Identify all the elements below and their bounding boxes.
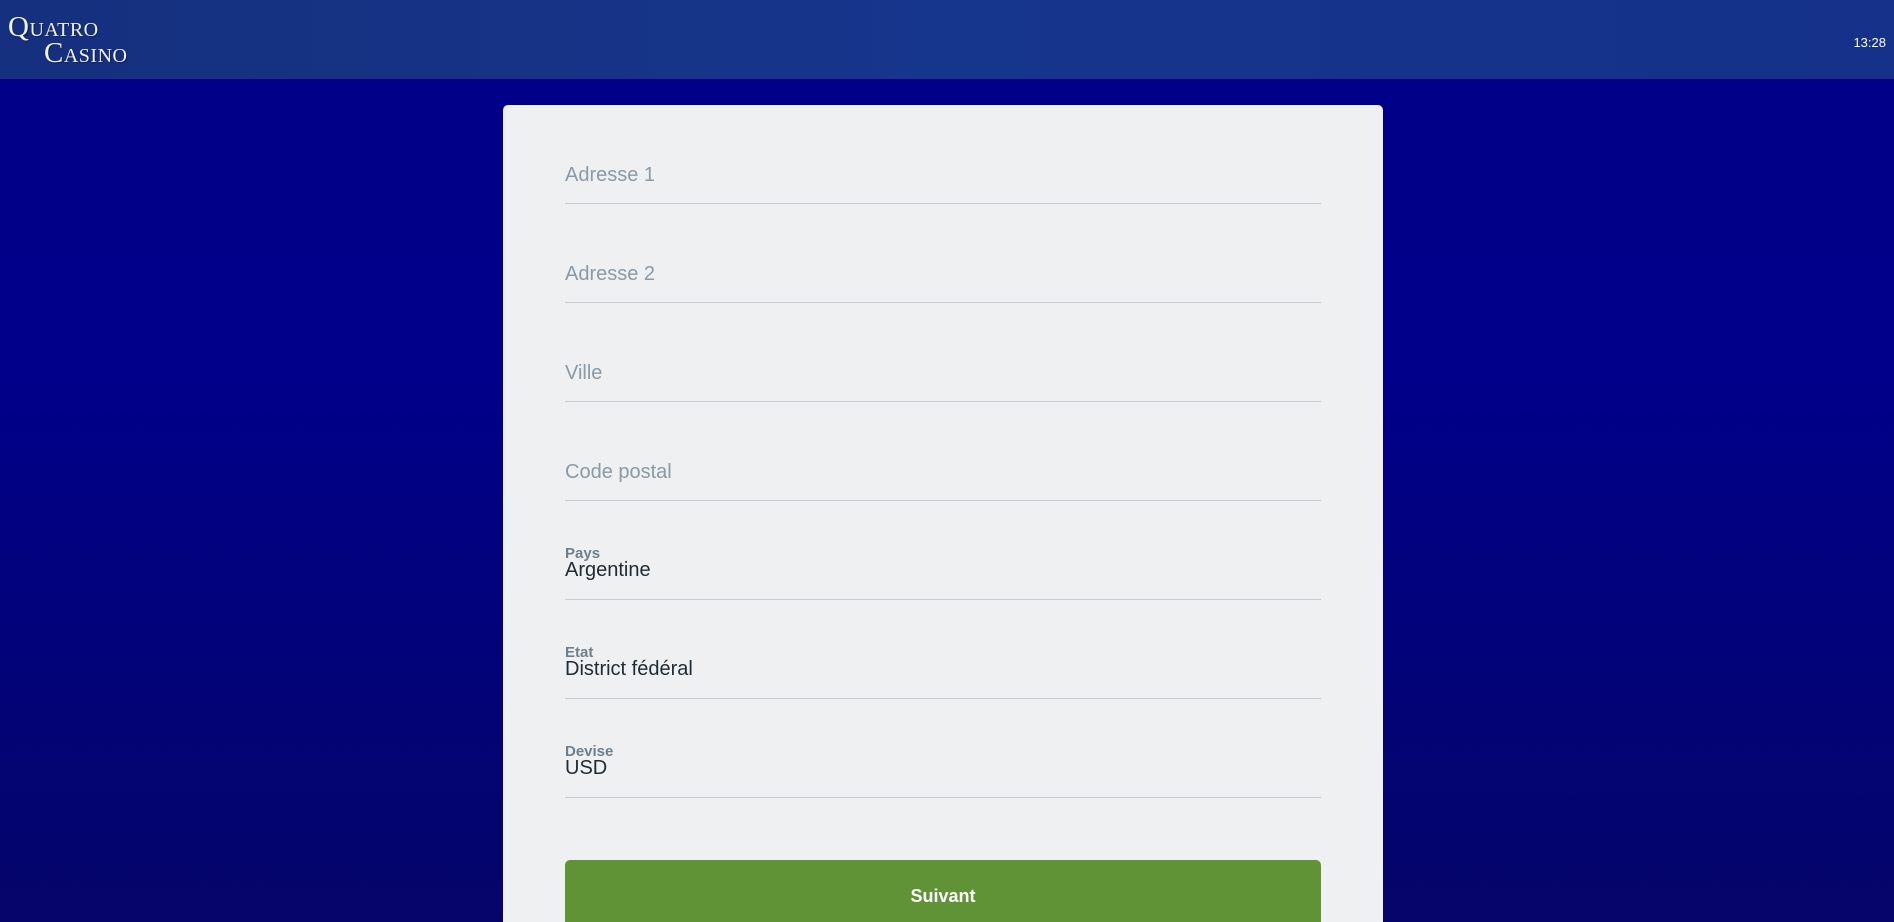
next-button[interactable]: Suivant: [565, 860, 1321, 922]
address2-placeholder: Adresse 2: [565, 263, 656, 285]
next-button-label: Suivant: [910, 886, 976, 906]
postal-code-field[interactable]: Code postal: [565, 402, 1321, 501]
city-placeholder: Ville: [565, 362, 603, 384]
address1-field[interactable]: Adresse 1: [565, 105, 1321, 204]
address1-placeholder: Adresse 1: [565, 164, 656, 186]
quatro-casino-logo[interactable]: Quatro Casino: [8, 12, 158, 68]
address-form-card: Adresse 1 Adresse 2 Ville Code postal Pa…: [503, 105, 1383, 922]
state-select[interactable]: Etat District fédéral: [565, 600, 1321, 699]
logo-line-2: Casino: [44, 37, 128, 69]
country-value: Argentine: [565, 559, 651, 581]
city-field[interactable]: Ville: [565, 303, 1321, 402]
top-bar: Quatro Casino 13:28: [0, 0, 1894, 79]
address2-field[interactable]: Adresse 2: [565, 204, 1321, 303]
postal-code-placeholder: Code postal: [565, 461, 672, 483]
state-value: District fédéral: [565, 658, 693, 680]
country-select[interactable]: Pays Argentine: [565, 501, 1321, 600]
currency-select[interactable]: Devise USD: [565, 699, 1321, 798]
clock: 13:28: [1853, 35, 1886, 50]
currency-value: USD: [565, 757, 608, 779]
